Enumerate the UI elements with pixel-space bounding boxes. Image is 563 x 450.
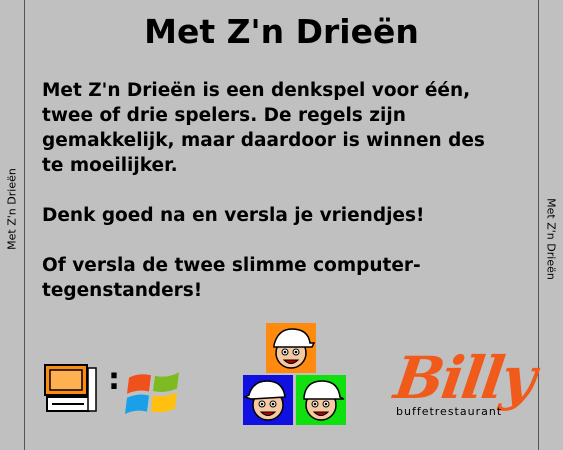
description-paragraph: Denk goed na en versla je vriendjes! — [42, 205, 425, 226]
logo-word: Billy — [390, 344, 539, 412]
players-illustration — [243, 323, 347, 425]
boy-face-icon — [243, 375, 293, 425]
cover-panel: Met Z'n Drieën Met Z'n Drieën is een den… — [25, 0, 539, 450]
windows-logo-icon — [125, 372, 179, 414]
description-paragraph: Met Z'n Drieën is een denkspel voor één,… — [42, 80, 485, 176]
platform-separator: : — [108, 362, 120, 397]
right-spine: Met Z'n Drieën — [538, 0, 563, 450]
game-title: Met Z'n Drieën — [144, 12, 419, 51]
left-spine-text: Met Z'n Drieën — [5, 168, 19, 250]
left-spine: Met Z'n Drieën — [0, 0, 25, 450]
description-paragraph: Of versla de twee slimme computer-tegens… — [42, 255, 421, 301]
logo-subtitle: buffetrestaurant — [396, 405, 503, 418]
right-spine-text: Met Z'n Drieën — [544, 198, 558, 280]
boy-face-icon — [266, 323, 316, 373]
computer-icon — [44, 364, 97, 412]
billy-logo: Billy buffetrestaurant — [390, 344, 538, 438]
description: Met Z'n Drieën is een denkspel voor één,… — [42, 78, 512, 328]
boy-face-icon — [296, 375, 346, 425]
